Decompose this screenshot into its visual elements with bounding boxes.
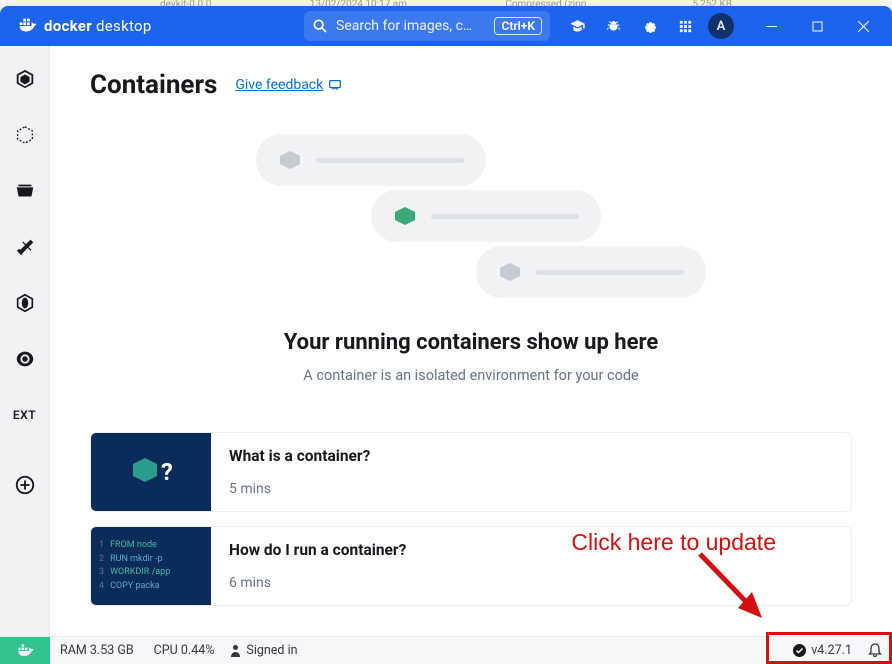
sidebar-scout[interactable] xyxy=(10,344,40,374)
svg-text:?: ? xyxy=(161,458,173,486)
docker-whale-icon xyxy=(15,641,35,661)
window-controls xyxy=(748,6,886,46)
person-icon xyxy=(230,644,241,657)
container-icon xyxy=(498,262,522,282)
settings-icon[interactable] xyxy=(636,13,662,39)
avatar[interactable]: A xyxy=(708,13,734,39)
titlebar-actions: A xyxy=(564,13,734,39)
main-content: Containers Give feedback Your running co… xyxy=(50,46,892,636)
close-button[interactable] xyxy=(840,6,886,46)
empty-state-subtitle: A container is an isolated environment f… xyxy=(90,367,852,384)
maximize-button[interactable] xyxy=(794,6,840,46)
page-title: Containers xyxy=(90,70,217,100)
cpu-usage[interactable]: CPU 0.44% xyxy=(144,643,225,658)
notifications-button[interactable] xyxy=(858,643,892,658)
learning-card[interactable]: ? What is a container? 5 mins xyxy=(90,432,852,512)
sidebar-add-extension[interactable] xyxy=(10,470,40,500)
docker-whale-icon xyxy=(16,15,38,37)
docker-desktop-window: docker desktop Search for images, c… Ctr… xyxy=(0,6,892,664)
search-icon xyxy=(312,18,328,34)
sidebar-builds[interactable] xyxy=(10,232,40,262)
learning-card[interactable]: 1FROM node 2RUN mkdir -p 3WORKDIR /app 4… xyxy=(90,526,852,606)
statusbar: RAM 3.53 GB CPU 0.44% Signed in v4.27.1 xyxy=(0,636,892,664)
app-logo[interactable]: docker desktop xyxy=(16,15,152,37)
card-duration: 5 mins xyxy=(229,481,833,497)
signin-status[interactable]: Signed in xyxy=(230,643,297,658)
search-box[interactable]: Search for images, c… Ctrl+K xyxy=(304,11,550,41)
ram-usage[interactable]: RAM 3.53 GB xyxy=(50,643,144,658)
empty-state-illustration xyxy=(90,134,852,302)
version-status[interactable]: v4.27.1 xyxy=(787,643,858,658)
check-circle-icon xyxy=(793,644,806,657)
sidebar-volumes[interactable] xyxy=(10,176,40,206)
card-thumbnail: 1FROM node 2RUN mkdir -p 3WORKDIR /app 4… xyxy=(91,527,211,605)
search-shortcut: Ctrl+K xyxy=(494,17,542,35)
card-duration: 6 mins xyxy=(229,575,833,591)
container-icon xyxy=(393,206,417,226)
empty-state-title: Your running containers show up here xyxy=(90,330,852,355)
feedback-icon xyxy=(328,78,342,92)
grid-menu-icon[interactable] xyxy=(672,13,698,39)
sidebar: EXT xyxy=(0,46,50,636)
learning-icon[interactable] xyxy=(564,13,590,39)
titlebar: docker desktop Search for images, c… Ctr… xyxy=(0,6,892,46)
give-feedback-link[interactable]: Give feedback xyxy=(235,77,342,93)
sidebar-images[interactable] xyxy=(10,120,40,150)
engine-status[interactable] xyxy=(0,637,50,664)
container-icon xyxy=(278,150,302,170)
card-title: What is a container? xyxy=(229,447,833,465)
bug-icon[interactable] xyxy=(600,13,626,39)
card-thumbnail: ? xyxy=(91,433,211,511)
bell-icon xyxy=(868,643,882,658)
search-placeholder: Search for images, c… xyxy=(336,18,486,34)
sidebar-extensions[interactable]: EXT xyxy=(10,400,40,430)
minimize-button[interactable] xyxy=(748,6,794,46)
card-title: How do I run a container? xyxy=(229,541,833,559)
sidebar-containers[interactable] xyxy=(10,64,40,94)
sidebar-dev-env[interactable] xyxy=(10,288,40,318)
